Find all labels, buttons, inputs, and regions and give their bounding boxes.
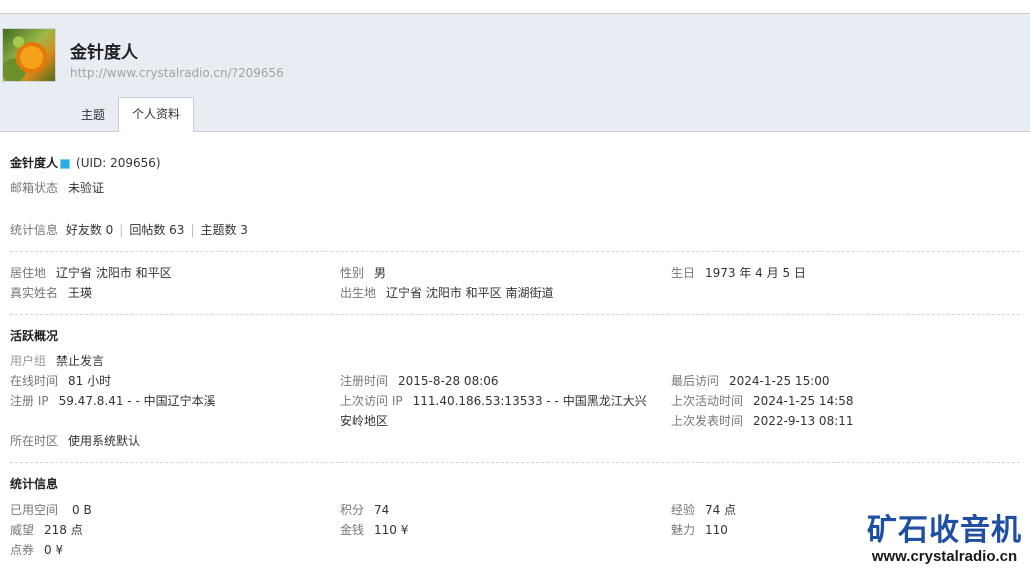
timezone-value: 使用系统默认 [68,434,141,448]
section-divider [10,251,1020,252]
activity-row-1: 在线时间 81 小时 注册时间 2015-8-28 08:06 最后访问 2024-1… [10,371,1020,391]
last-post-label: 上次发表时间 [671,414,744,428]
last-ip-label: 上次访问 IP [340,394,403,408]
realname-value: 王瑛 [68,286,93,300]
points-label: 积分 [340,503,365,517]
timezone-label: 所在时区 [10,434,59,448]
statistics-heading: 统计信息 [10,477,59,491]
activity-row-2: 注册 IP 59.47.8.41 - - 中国辽宁本溪 上次访问 IP 111.40… [10,391,1020,411]
personal-row-2: 真实姓名 王瑛 出生地 辽宁省 沈阳市 和平区 南湖街道 [10,283,1020,303]
register-ip-value: 59.47.8.41 - - 中国辽宁本溪 [58,394,216,408]
threads-count-link[interactable]: 主题数 3 [200,223,247,237]
username-row: 金针度人 (UID: 209656) [10,153,1020,173]
content-username: 金针度人 [10,156,59,170]
last-visit-label: 最后访问 [671,374,720,388]
experience-label: 经验 [671,503,696,517]
last-ip-value: 111.40.186.53:13533 - - 中国黑龙江大兴 [412,394,647,408]
personal-row-1: 居住地 辽宁省 沈阳市 和平区 性别男 生日 1973 年 4 月 5 日 [10,263,1020,283]
residence-label: 居住地 [10,266,47,280]
top-strip [0,0,1030,14]
last-post-value: 2022-9-13 08:11 [753,414,854,428]
profile-url[interactable]: http://www.crystalradio.cn/?209656 [70,66,284,80]
experience-value: 74 点 [705,503,737,517]
activity-row-3: 安岭地区 上次发表时间 2022-9-13 08:11 [10,411,1020,431]
usergroup-label: 用户组 [10,354,47,368]
coupon-value: 0 ¥ [44,543,64,557]
divider: | [119,223,124,237]
uid-text: (UID: 209656) [76,156,161,170]
prestige-label: 威望 [10,523,35,537]
last-ip-value-cont: 安岭地区 [340,414,389,428]
watermark-url: www.crystalradio.cn [871,548,1018,565]
profile-username[interactable]: 金针度人 [70,38,138,63]
birthplace-value: 辽宁省 沈阳市 和平区 南湖街道 [386,286,554,300]
prestige-value: 218 点 [44,523,83,537]
section-divider [10,462,1020,463]
friends-count-link[interactable]: 好友数 0 [66,223,113,237]
profile-content: 金针度人 (UID: 209656) 邮箱状态 未验证 统计信息 好友数 0 | 回帖数… [10,146,1020,560]
birthday-label: 生日 [671,266,696,280]
stats-row: 统计信息 好友数 0 | 回帖数 63 | 主题数 3 [10,220,1020,240]
residence-value: 辽宁省 沈阳市 和平区 [56,266,172,280]
realname-label: 真实姓名 [10,286,59,300]
site-watermark: 矿石收音机 www.crystalradio.cn [867,514,1022,566]
last-visit-value: 2024-1-25 15:00 [729,374,830,388]
timezone-row: 所在时区 使用系统默认 [10,431,1020,451]
used-space-value: 0 B [72,503,92,517]
last-active-value: 2024-1-25 14:58 [753,394,854,408]
charm-label: 魅力 [671,523,696,537]
avatar[interactable] [2,28,56,82]
watermark-title: 矿石收音机 [867,513,1022,548]
stats-label: 统计信息 [10,223,59,237]
online-time-label: 在线时间 [10,374,59,388]
posts-count-link[interactable]: 回帖数 63 [129,223,184,237]
usergroup-row: 用户组 禁止发言 [10,351,1020,371]
used-space-label: 已用空间 [10,503,59,517]
divider: | [190,223,195,237]
profile-tabs: 主题 个人资料 [68,96,195,132]
charm-value: 110 [705,523,728,537]
gender-label: 性别 [340,266,365,280]
birthday-value: 1973 年 4 月 5 日 [705,266,806,280]
email-row: 邮箱状态 未验证 [10,178,1020,198]
tab-profile[interactable]: 个人资料 [118,97,195,132]
profile-header: 金针度人 http://www.crystalradio.cn/?209656 … [0,14,1030,132]
online-status-icon [60,158,71,169]
money-label: 金钱 [340,523,365,537]
register-time-value: 2015-8-28 08:06 [398,374,499,388]
register-ip-label: 注册 IP [10,394,49,408]
email-status-value: 未验证 [68,181,105,195]
usergroup-value[interactable]: 禁止发言 [56,354,104,368]
email-status-label: 邮箱状态 [10,181,59,195]
money-value: 110 ¥ [374,523,409,537]
activity-heading: 活跃概况 [10,329,59,343]
last-active-label: 上次活动时间 [671,394,744,408]
gender-value: 男 [374,266,387,280]
register-time-label: 注册时间 [340,374,389,388]
coupon-label: 点券 [10,543,35,557]
section-divider [10,314,1020,315]
birthplace-label: 出生地 [340,286,377,300]
tab-threads[interactable]: 主题 [68,98,118,132]
online-time-value: 81 小时 [68,374,112,388]
points-value: 74 [374,503,390,517]
